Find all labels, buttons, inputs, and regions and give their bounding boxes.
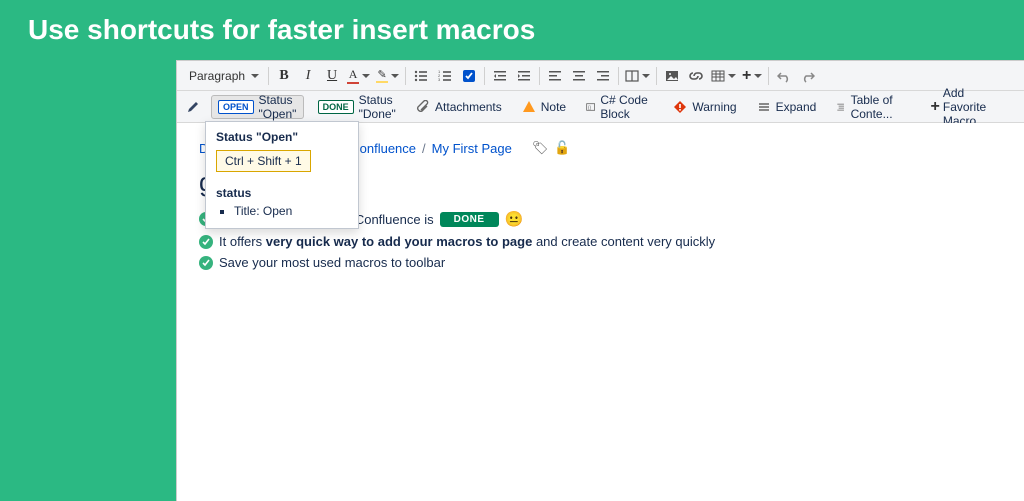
separator [768, 67, 769, 85]
bold-button[interactable]: B [272, 64, 296, 88]
macro-status-done-button[interactable]: DONE Status "Done" [312, 95, 402, 119]
chevron-down-icon [391, 74, 399, 78]
macro-toc-button[interactable]: Table of Conte... [830, 95, 914, 119]
macro-toolbar: OPEN Status "Open" DONE Status "Done" At… [177, 91, 1024, 123]
chevron-down-icon [251, 74, 259, 78]
restrictions-icon[interactable]: 🔓 [554, 140, 570, 156]
macro-label: Warning [692, 100, 736, 114]
text: Save your most used macros to toolbar [219, 255, 445, 270]
chevron-down-icon [642, 74, 650, 78]
popover-param: Title: Open [234, 204, 348, 218]
content-line: It offers very quick way to add your mac… [199, 234, 1002, 249]
status-done-lozenge: DONE [440, 212, 499, 227]
macro-warning-button[interactable]: Warning [667, 95, 742, 119]
add-fav-label: Add Favorite Macro [943, 86, 1010, 128]
macro-expand-button[interactable]: Expand [751, 95, 823, 119]
toc-icon [836, 100, 845, 114]
popover-shortcut: Ctrl + Shift + 1 [216, 150, 311, 172]
warning-icon [673, 100, 687, 114]
link-button[interactable] [684, 64, 708, 88]
macro-label: Expand [776, 100, 817, 114]
format-toolbar: Paragraph B I U A ✎ 123 [177, 61, 1024, 91]
image-button[interactable] [660, 64, 684, 88]
content-line: Save your most used macros to toolbar [199, 255, 1002, 270]
insert-more-button[interactable]: + [739, 64, 765, 88]
banner: Use shortcuts for faster insert macros [0, 0, 1024, 56]
paragraph-style-label: Paragraph [189, 69, 245, 83]
italic-button[interactable]: I [296, 64, 320, 88]
macro-code-button[interactable]: {} C# Code Block [580, 95, 659, 119]
status-done-badge: DONE [318, 100, 354, 114]
banner-title: Use shortcuts for faster insert macros [28, 14, 996, 46]
macro-label: C# Code Block [600, 93, 653, 121]
separator [268, 67, 269, 85]
macro-label: Status "Open" [259, 93, 297, 121]
code-icon: {} [586, 100, 595, 114]
svg-text:{}: {} [588, 104, 592, 109]
popover-title: Status "Open" [216, 130, 348, 144]
chevron-down-icon [362, 74, 370, 78]
tag-icon[interactable]: 🏷 [532, 140, 549, 156]
align-center-button[interactable] [567, 64, 591, 88]
highlight-button[interactable]: ✎ [373, 64, 402, 88]
separator [405, 67, 406, 85]
macro-tooltip-popover: Status "Open" Ctrl + Shift + 1 status Ti… [205, 121, 359, 229]
task-list-button[interactable] [457, 64, 481, 88]
bullet-list-button[interactable] [409, 64, 433, 88]
macro-label: Table of Conte... [851, 93, 909, 121]
paragraph-style-select[interactable]: Paragraph [181, 64, 265, 88]
chevron-down-icon [754, 74, 762, 78]
text-color-button[interactable]: A [344, 64, 373, 88]
pencil-icon [186, 100, 200, 114]
breadcrumb-page[interactable]: My First Page [432, 141, 512, 156]
expand-icon [757, 100, 771, 114]
macro-label: Attachments [435, 100, 502, 114]
undo-button[interactable] [772, 64, 796, 88]
align-left-button[interactable] [543, 64, 567, 88]
redo-button[interactable] [796, 64, 820, 88]
emoji-neutral: 😐 [505, 210, 524, 228]
table-button[interactable] [708, 64, 739, 88]
separator [539, 67, 540, 85]
numbered-list-button[interactable]: 123 [433, 64, 457, 88]
macro-label: Note [541, 100, 566, 114]
outdent-button[interactable] [488, 64, 512, 88]
check-icon [199, 235, 213, 249]
edit-macro-button[interactable] [183, 95, 203, 119]
text: It offers very quick way to add your mac… [219, 234, 715, 249]
separator [484, 67, 485, 85]
check-icon [199, 256, 213, 270]
paperclip-icon [416, 100, 430, 114]
chevron-down-icon [728, 74, 736, 78]
layout-button[interactable] [622, 64, 653, 88]
separator [618, 67, 619, 85]
popover-macro-name: status [216, 186, 348, 200]
note-icon [522, 100, 536, 114]
separator [656, 67, 657, 85]
svg-text:3: 3 [438, 77, 441, 82]
underline-button[interactable]: U [320, 64, 344, 88]
macro-note-button[interactable]: Note [516, 95, 572, 119]
macro-attachments-button[interactable]: Attachments [410, 95, 508, 119]
editor-window: Paragraph B I U A ✎ 123 [176, 60, 1024, 501]
status-open-badge: OPEN [218, 100, 254, 114]
plus-icon: + [931, 99, 940, 115]
align-right-button[interactable] [591, 64, 615, 88]
popover-params: Title: Open [216, 204, 348, 218]
indent-button[interactable] [512, 64, 536, 88]
breadcrumb-separator: / [422, 141, 426, 156]
macro-label: Status "Done" [359, 93, 396, 121]
macro-status-open-button[interactable]: OPEN Status "Open" [211, 95, 304, 119]
